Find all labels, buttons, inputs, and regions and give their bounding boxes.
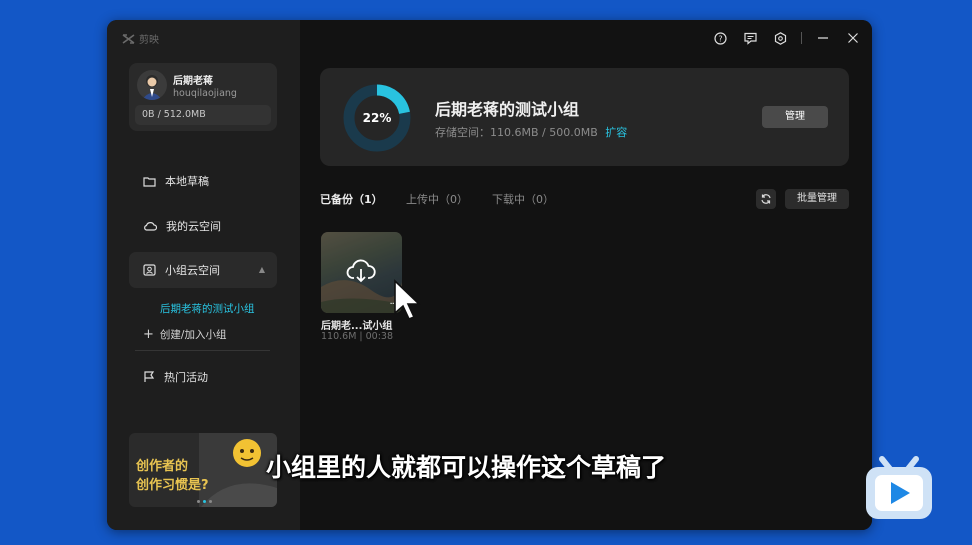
- cloud-download-icon[interactable]: [346, 257, 376, 285]
- jianying-logo-icon: [122, 33, 135, 44]
- nav-local-drafts-label: 本地草稿: [165, 175, 209, 188]
- bilibili-tv-icon: [866, 456, 932, 519]
- tab-downloading[interactable]: 下载中（0）: [492, 191, 554, 207]
- group-title: 后期老蒋的测试小组: [435, 100, 580, 119]
- pager-dot[interactable]: [197, 500, 200, 503]
- avatar: [137, 70, 167, 100]
- nav-my-cloud-label: 我的云空间: [166, 220, 221, 233]
- title-bar-separator: [801, 32, 802, 44]
- banner-line-1: 创作者的: [136, 459, 189, 474]
- chevron-up-icon[interactable]: ▲: [259, 265, 265, 274]
- plus-icon: +: [143, 327, 154, 342]
- close-icon[interactable]: [844, 29, 862, 47]
- help-icon[interactable]: ?: [711, 29, 729, 47]
- nav-divider: [135, 350, 270, 351]
- title-bar-controls: ?: [711, 29, 862, 47]
- nav-my-cloud[interactable]: 我的云空间: [129, 208, 277, 244]
- refresh-button[interactable]: [756, 189, 776, 209]
- storage-percent: 22%: [362, 111, 392, 125]
- flag-icon: [144, 371, 155, 382]
- feedback-icon[interactable]: [741, 29, 759, 47]
- promo-banner[interactable]: 创作者的 创作习惯是?: [129, 433, 277, 507]
- app-name: 剪映: [139, 35, 159, 46]
- group-icon: [143, 264, 156, 276]
- user-card[interactable]: 后期老蒋 houqilaojiang 0B / 512.0MB: [129, 63, 277, 131]
- storage-usage: 存储空间：110.6MB / 500.0MB 扩容: [435, 124, 627, 140]
- banner-pager[interactable]: [197, 500, 212, 503]
- manage-button[interactable]: 管理: [762, 106, 828, 128]
- tab-backed-up[interactable]: 已备份（1）: [320, 191, 383, 207]
- refresh-icon: [761, 194, 771, 204]
- nav-hot-events-label: 热门活动: [164, 371, 208, 384]
- pager-dot-active[interactable]: [203, 500, 206, 503]
- video-subtitle: 小组里的人就都可以操作这个草稿了: [266, 453, 667, 482]
- user-quota: 0B / 512.0MB: [135, 105, 271, 125]
- storage-card: 22% 后期老蒋的测试小组 存储空间：110.6MB / 500.0MB 扩容 …: [320, 68, 849, 166]
- batch-manage-button[interactable]: 批量管理: [785, 189, 849, 209]
- draft-name: 后期老...试小组: [321, 321, 393, 332]
- sidebar-item-group-selected[interactable]: 后期老蒋的测试小组: [160, 301, 255, 316]
- user-id: houqilaojiang: [173, 88, 237, 99]
- draft-meta: 110.6M | 00:38: [321, 331, 394, 342]
- pager-dot[interactable]: [209, 500, 212, 503]
- draft-thumbnail[interactable]: ···: [321, 232, 402, 313]
- svg-text:?: ?: [718, 34, 722, 43]
- expand-storage-link[interactable]: 扩容: [605, 126, 627, 139]
- mouse-cursor-icon: [394, 279, 421, 321]
- banner-text: 创作者的 创作习惯是?: [136, 457, 209, 495]
- storage-usage-label: 存储空间：110.6MB / 500.0MB: [435, 126, 598, 139]
- app-logo: 剪映: [122, 31, 159, 46]
- minimize-icon[interactable]: [814, 29, 832, 47]
- user-name: 后期老蒋: [173, 76, 213, 87]
- nav-local-drafts[interactable]: 本地草稿: [129, 163, 277, 199]
- tab-uploading[interactable]: 上传中（0）: [406, 191, 468, 207]
- banner-line-2: 创作习惯是?: [136, 478, 209, 493]
- nav-group-cloud[interactable]: 小组云空间 ▲: [129, 252, 277, 288]
- settings-icon[interactable]: [771, 29, 789, 47]
- create-join-label: 创建/加入小组: [159, 329, 227, 341]
- nav-group-cloud-label: 小组云空间: [165, 264, 220, 277]
- folder-icon: [143, 176, 156, 187]
- nav-hot-events[interactable]: 热门活动: [129, 359, 277, 395]
- cloud-icon: [144, 222, 157, 231]
- create-join-group[interactable]: + 创建/加入小组: [143, 327, 226, 342]
